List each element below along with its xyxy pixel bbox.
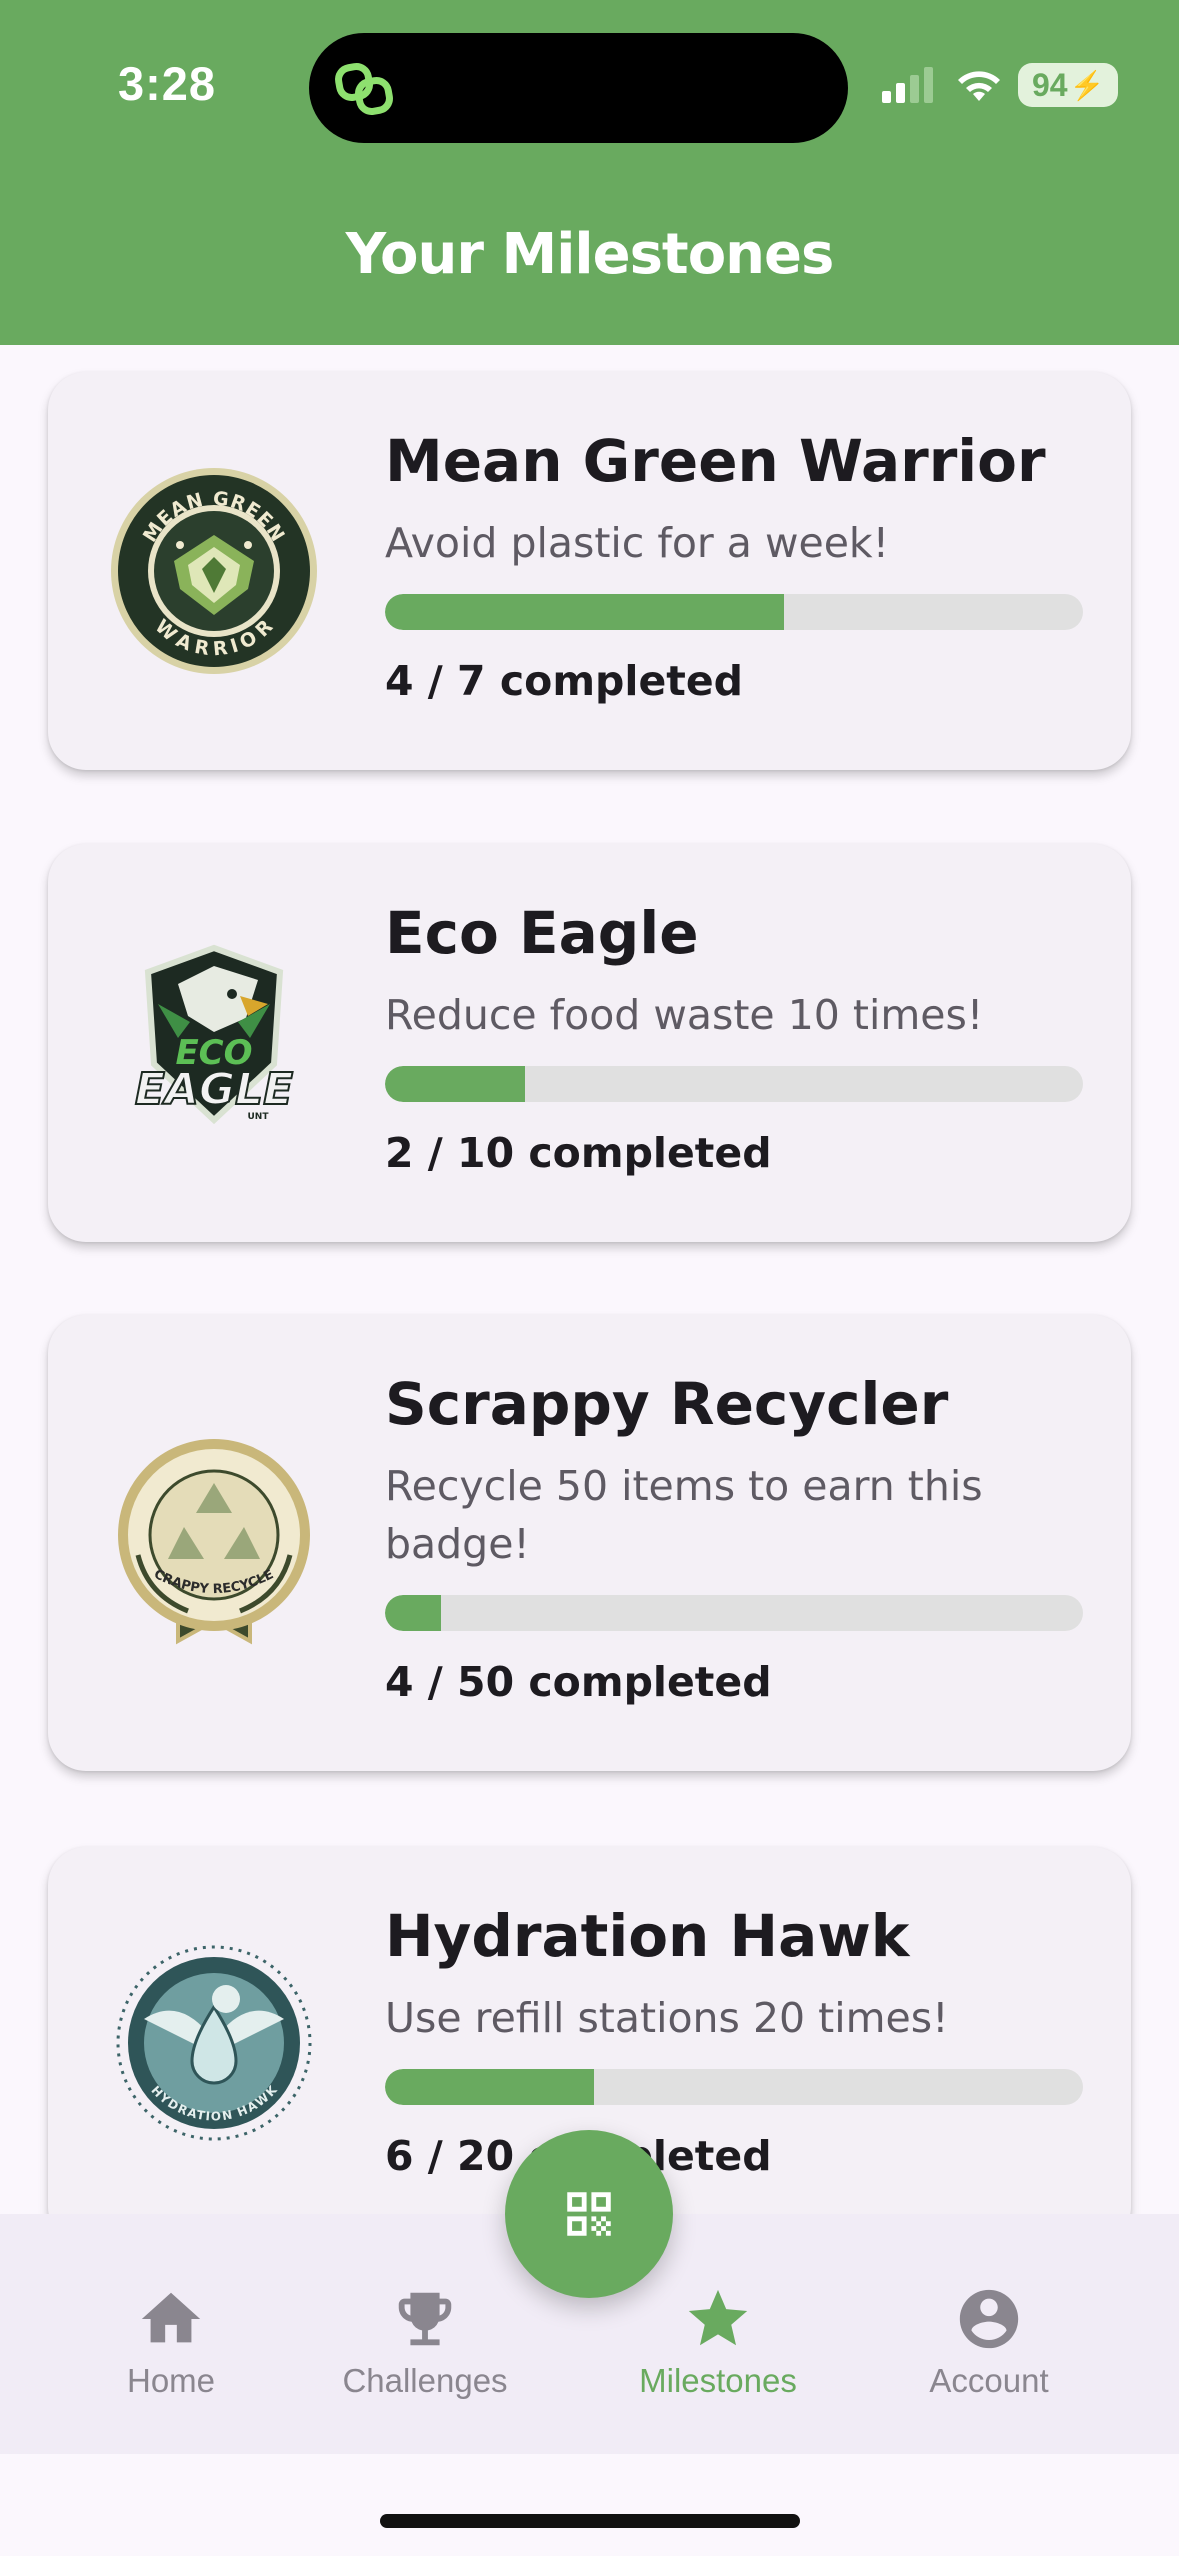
milestone-title: Eco Eagle xyxy=(385,899,699,967)
app-header: 3:28 94 ⚡ Your Milestones xyxy=(0,0,1179,345)
milestone-card[interactable]: ECO EAGLE UNT Eco Eagle Reduce food wast… xyxy=(48,844,1131,1242)
milestone-title: Mean Green Warrior xyxy=(385,427,1046,495)
nav-item-milestones[interactable]: Milestones xyxy=(608,2284,828,2400)
milestone-card[interactable]: SCRAPPY RECYCLER Scrappy Recycler Recycl… xyxy=(48,1315,1131,1771)
wifi-icon xyxy=(958,71,1000,101)
progress-fill xyxy=(385,594,784,630)
qr-code-icon xyxy=(567,2192,611,2236)
hydration-hawk-badge-icon: HYDRATION HAWK xyxy=(116,1945,312,2141)
battery-level: 94 xyxy=(1032,66,1068,103)
progress-bar xyxy=(385,1595,1083,1631)
nav-label: Challenges xyxy=(342,2362,508,2399)
nav-label: Milestones xyxy=(639,2362,797,2399)
milestone-description: Avoid plastic for a week! xyxy=(385,519,890,567)
milestone-title: Hydration Hawk xyxy=(385,1902,910,1970)
status-time: 3:28 xyxy=(118,57,217,110)
progress-fill xyxy=(385,2069,595,2105)
milestone-progress-text: 4 / 50 completed xyxy=(385,1658,772,1706)
progress-bar xyxy=(385,2069,1083,2105)
nav-item-account[interactable]: Account xyxy=(879,2284,1099,2400)
dynamic-island xyxy=(309,33,848,143)
milestone-progress-text: 6 / 20 completed xyxy=(385,2132,772,2180)
nav-label: Account xyxy=(929,2362,1049,2399)
svg-text:EAGLE: EAGLE xyxy=(135,1064,293,1115)
cellular-signal-icon xyxy=(882,67,933,103)
progress-fill xyxy=(385,1066,525,1102)
progress-bar xyxy=(385,1066,1083,1102)
home-icon xyxy=(141,2292,201,2343)
page-title: Your Milestones xyxy=(345,222,835,287)
account-icon xyxy=(959,2289,1019,2349)
milestone-card[interactable]: MEAN GREEN WARRIOR Mean Green Warrior Av… xyxy=(48,372,1131,770)
nav-item-challenges[interactable]: Challenges xyxy=(315,2284,535,2400)
milestone-description: Use refill stations 20 times! xyxy=(385,1994,949,2042)
eco-eagle-badge-icon: ECO EAGLE UNT xyxy=(134,944,294,1125)
scrappy-recycler-badge-icon: SCRAPPY RECYCLER xyxy=(108,1435,310,1645)
status-icons: 94 ⚡ xyxy=(880,60,1119,110)
milestone-description: Reduce food waste 10 times! xyxy=(385,991,984,1039)
progress-fill xyxy=(385,1595,441,1631)
nav-label: Home xyxy=(126,2362,216,2399)
mean-green-warrior-badge-icon: MEAN GREEN WARRIOR xyxy=(111,468,317,674)
link-app-icon xyxy=(335,63,393,115)
svg-text:UNT: UNT xyxy=(248,1112,270,1122)
charging-bolt-icon: ⚡ xyxy=(1069,69,1105,101)
star-icon xyxy=(688,2289,748,2346)
progress-bar xyxy=(385,594,1083,630)
milestone-progress-text: 2 / 10 completed xyxy=(385,1129,772,1177)
trophy-icon xyxy=(398,2292,452,2346)
battery-indicator: 94 ⚡ xyxy=(1018,63,1119,107)
scan-qr-button[interactable] xyxy=(505,2130,673,2298)
milestone-title: Scrappy Recycler xyxy=(385,1370,949,1438)
milestone-description: Recycle 50 items to earn this badge! xyxy=(385,1462,983,1568)
nav-item-home[interactable]: Home xyxy=(61,2284,281,2400)
home-indicator xyxy=(380,2514,800,2528)
milestone-progress-text: 4 / 7 completed xyxy=(385,657,744,705)
